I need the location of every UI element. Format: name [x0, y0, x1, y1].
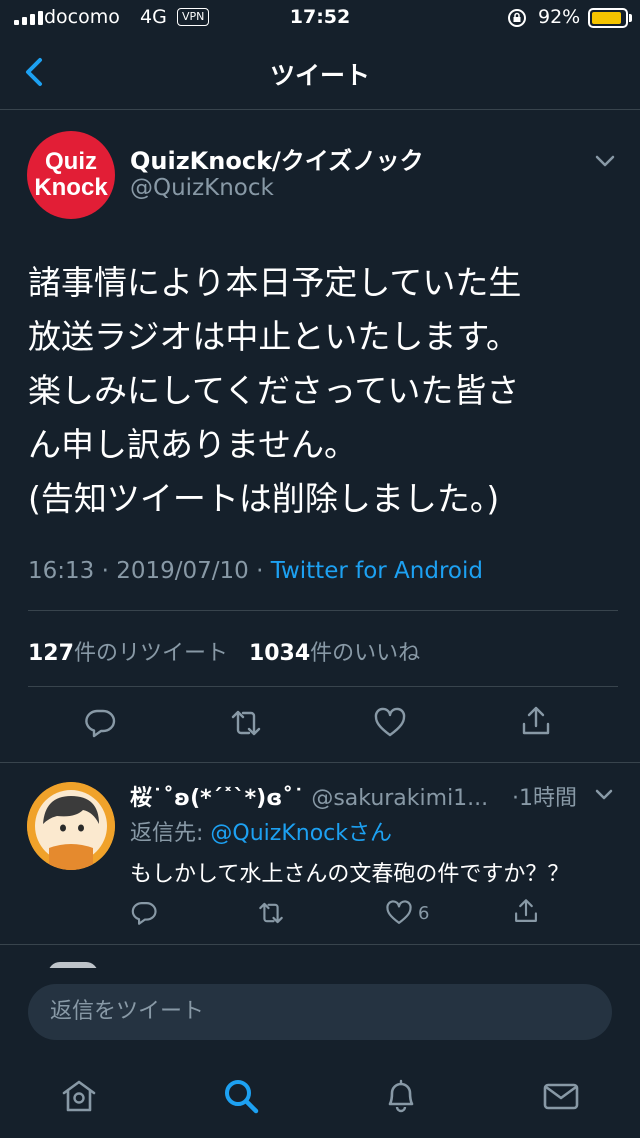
stats-divider [28, 686, 618, 687]
reply-icon[interactable] [130, 899, 158, 927]
retweet-label[interactable]: 件のリツイート [74, 641, 228, 666]
reply-divider [0, 944, 640, 945]
meta-divider [28, 610, 618, 611]
tweet-stats: 127件のリツイート 1034件のいいね [28, 635, 420, 667]
author-handle[interactable]: @QuizKnock [130, 175, 274, 201]
chevron-down-icon[interactable] [592, 782, 616, 806]
heart-icon[interactable] [385, 899, 413, 927]
avatar-text-quiz: Quiz [45, 148, 97, 175]
retweet-count[interactable]: 127 [28, 641, 74, 666]
chevron-down-icon[interactable] [592, 148, 618, 174]
reply-like-count: 6 [418, 903, 430, 924]
reply-author-name[interactable]: 桜˙˚ʚ(*ˊ˟ˋ*)ɞ˚˙ [130, 786, 304, 811]
tweet-text-line: 諸事情により本日予定していた生 [28, 263, 522, 302]
status-bar: docomo 4G VPN 17:52 92% [0, 0, 640, 36]
reply-avatar[interactable] [27, 782, 115, 870]
search-icon[interactable] [222, 1077, 260, 1115]
reply-author-handle[interactable]: @sakurakimi1... [311, 786, 488, 811]
reply-to-mention[interactable]: @QuizKnockさん [210, 821, 392, 846]
tweet-meta: 16:13 · 2019/07/10 · Twitter for Android [28, 558, 483, 584]
heart-icon[interactable] [373, 706, 407, 740]
avatar[interactable]: Quiz Knock [27, 131, 115, 219]
header-divider [0, 109, 640, 110]
notifications-bell-icon[interactable] [382, 1076, 420, 1114]
actions-divider [0, 762, 640, 763]
battery-icon [588, 8, 628, 28]
rotation-lock-icon [506, 7, 528, 29]
reply-to: 返信先: @QuizKnockさん [130, 815, 392, 847]
tweet-source-link[interactable]: Twitter for Android [271, 558, 483, 584]
battery-nub [629, 14, 632, 22]
messages-mail-icon[interactable] [542, 1077, 580, 1115]
like-count[interactable]: 1034 [249, 641, 310, 666]
reply-to-prefix: 返信先: [130, 821, 211, 846]
retweet-icon[interactable] [229, 706, 263, 740]
like-label[interactable]: 件のいいね [310, 641, 420, 666]
share-icon[interactable] [512, 897, 540, 925]
tweet-text-line: ん申し訳ありません。 [28, 425, 358, 464]
battery-percent: 92% [538, 6, 581, 28]
tweet-timestamp: 16:13 · 2019/07/10 · [28, 558, 271, 584]
home-icon[interactable] [60, 1077, 98, 1115]
reply-time: ·1時間 [512, 786, 577, 811]
reply-icon[interactable] [83, 706, 117, 740]
avatar-text-knock: Knock [34, 174, 108, 201]
tweet-text-line: 放送ラジオは中止といたします。 [28, 317, 520, 356]
reply-text: もしかして水上さんの文春砲の件ですか？？ [130, 862, 570, 887]
reply-compose-input[interactable]: 返信をツイート [28, 984, 612, 1040]
tweet-text: 諸事情により本日予定していた生 放送ラジオは中止といたします。 楽しみにしてくだ… [28, 256, 618, 526]
author-name[interactable]: QuizKnock/クイズノック [130, 141, 424, 176]
tweet-text-line: 楽しみにしてくださっていた皆さ [28, 371, 520, 410]
retweet-icon[interactable] [257, 899, 285, 927]
page-title: ツイート [269, 61, 370, 90]
share-icon[interactable] [519, 704, 553, 738]
tweet-text-line: (告知ツイートは削除しました。) [28, 479, 500, 518]
